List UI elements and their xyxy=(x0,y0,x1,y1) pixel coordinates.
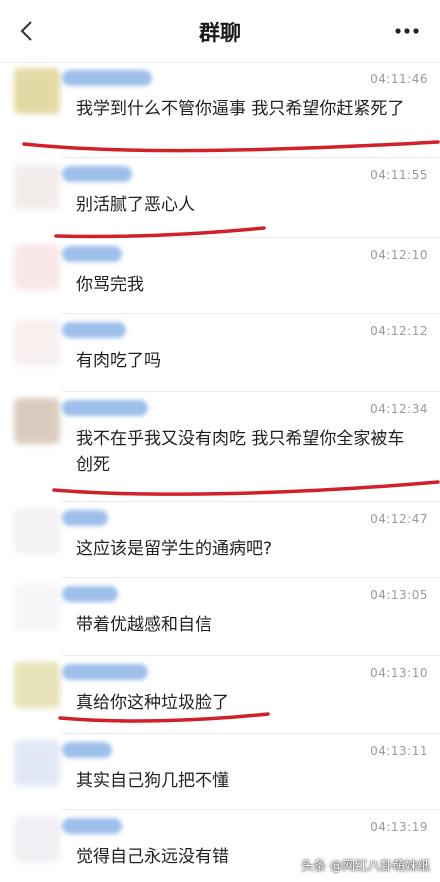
list-item[interactable]: 04:13:05 带着优越感和自信 xyxy=(0,578,440,656)
message-text: 带着优越感和自信 xyxy=(76,615,212,635)
message-text: 你骂完我 xyxy=(76,275,144,295)
sender-name-blurred xyxy=(62,400,148,416)
message-time: 04:13:05 xyxy=(370,588,428,602)
message-time: 04:12:12 xyxy=(370,324,428,338)
message-text: 别活腻了恶心人 xyxy=(76,195,195,215)
more-button[interactable] xyxy=(390,18,424,44)
sender-name-blurred xyxy=(62,166,132,182)
message-text: 我学到什么不管你逼事 我只希望你赶紧死了 xyxy=(76,99,405,119)
message-time: 04:13:19 xyxy=(370,820,428,834)
message-time: 04:12:47 xyxy=(370,512,428,526)
sender-name-blurred xyxy=(62,246,122,262)
list-item[interactable]: 04:12:10 你骂完我 xyxy=(0,238,440,314)
message-text: 真给你这种垃圾脸了 xyxy=(76,693,229,713)
list-item[interactable]: 04:12:12 有肉吃了吗 xyxy=(0,314,440,392)
avatar xyxy=(14,164,60,210)
page-title: 群聊 xyxy=(199,21,241,45)
message-text: 这应该是留学生的通病吧? xyxy=(76,539,273,559)
chevron-left-icon xyxy=(20,21,32,41)
message-text: 其实自己狗几把不懂 xyxy=(76,771,229,791)
message-time: 04:13:11 xyxy=(370,744,428,758)
message-time: 04:12:34 xyxy=(370,402,428,416)
avatar xyxy=(14,662,60,708)
message-time: 04:11:46 xyxy=(370,72,428,86)
chat-header: 群聊 xyxy=(0,0,440,63)
list-item[interactable]: 04:12:47 这应该是留学生的通病吧? xyxy=(0,502,440,578)
more-dots-icon xyxy=(395,28,419,34)
avatar xyxy=(14,398,60,444)
list-item[interactable]: 04:11:55 别活腻了恶心人 xyxy=(0,158,440,238)
avatar xyxy=(14,584,60,630)
avatar xyxy=(14,68,60,114)
watermark: 头条 @网红八卦萌妹纸 xyxy=(301,858,430,873)
avatar xyxy=(14,244,60,290)
avatar xyxy=(14,740,60,786)
message-text: 有肉吃了吗 xyxy=(76,351,161,371)
sender-name-blurred xyxy=(62,818,122,834)
message-time: 04:11:55 xyxy=(370,168,428,182)
message-time: 04:13:10 xyxy=(370,666,428,680)
list-item[interactable]: 04:11:46 我学到什么不管你逼事 我只希望你赶紧死了 xyxy=(0,62,440,158)
list-item[interactable]: 04:13:10 真给你这种垃圾脸了 xyxy=(0,656,440,734)
sender-name-blurred xyxy=(62,322,126,338)
sender-name-blurred xyxy=(62,742,112,758)
list-item[interactable]: 04:13:11 其实自己狗几把不懂 xyxy=(0,734,440,810)
back-button[interactable] xyxy=(10,14,44,48)
sender-name-blurred xyxy=(62,586,118,602)
sender-name-blurred xyxy=(62,70,152,86)
message-time: 04:12:10 xyxy=(370,248,428,262)
avatar xyxy=(14,816,60,862)
avatar xyxy=(14,508,60,554)
sender-name-blurred xyxy=(62,664,148,680)
avatar xyxy=(14,320,60,366)
list-item[interactable]: 04:12:34 我不在乎我又没有肉吃 我只希望你全家被车创死 xyxy=(0,392,440,502)
message-text: 我不在乎我又没有肉吃 我只希望你全家被车创死 xyxy=(76,429,405,475)
sender-name-blurred xyxy=(62,510,108,526)
